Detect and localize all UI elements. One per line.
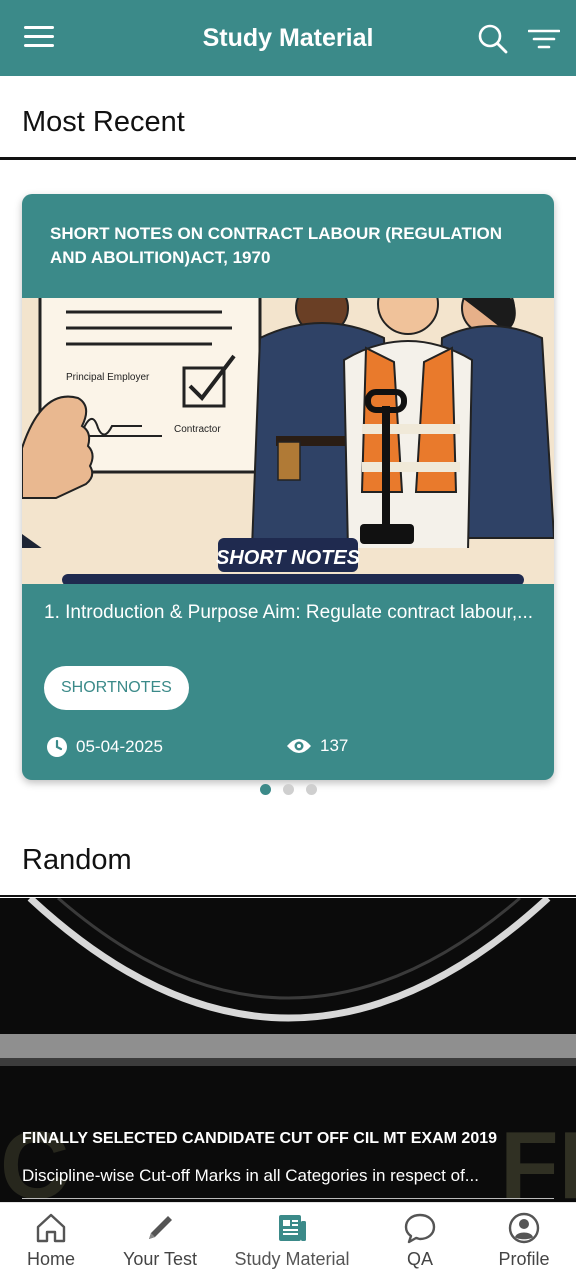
nav-home-label: Home xyxy=(26,1249,75,1269)
nav-qa[interactable]: QA xyxy=(392,1211,448,1270)
nav-home[interactable]: Home xyxy=(16,1211,86,1270)
clock-icon xyxy=(47,737,67,757)
nav-profile[interactable]: Profile xyxy=(490,1211,558,1270)
nav-your-test-label: Your Test xyxy=(122,1249,198,1269)
carousel-dot[interactable] xyxy=(282,784,294,795)
nav-your-test[interactable]: Your Test xyxy=(112,1211,208,1270)
doc-label-employer: Principal Employer xyxy=(66,372,150,383)
carousel-indicator xyxy=(0,784,576,795)
random-card-title: FINALLY SELECTED CANDIDATE CUT OFF CIL M… xyxy=(22,1130,498,1147)
section-title-random: Random xyxy=(22,844,132,876)
section-divider xyxy=(0,895,576,897)
short-notes-badge: SHORT NOTES xyxy=(216,547,361,569)
random-card-excerpt: Discipline-wise Cut-off Marks in all Cat… xyxy=(22,1166,479,1185)
card-thumbnail: Principal Employer Contractor SHORT NOTE… xyxy=(22,298,554,584)
random-study-card[interactable]: FF C FINALLY SELECTED CANDIDATE CUT OFF … xyxy=(0,898,576,1202)
bottom-navigation: Home Your Test Study Material QA Profile xyxy=(0,1202,576,1280)
card-views: 137 xyxy=(286,736,348,756)
svg-text:C: C xyxy=(0,1112,69,1202)
section-divider xyxy=(0,157,576,160)
carousel-dot[interactable] xyxy=(305,784,317,795)
card-date: 05-04-2025 xyxy=(46,736,163,758)
search-icon[interactable] xyxy=(478,24,508,54)
nav-study-material-label: Study Material xyxy=(234,1249,350,1269)
doc-label-contractor: Contractor xyxy=(174,424,221,435)
section-title-most-recent: Most Recent xyxy=(22,106,185,138)
filter-icon[interactable] xyxy=(528,28,560,50)
app-bar: Study Material xyxy=(0,0,576,76)
user-circle-icon xyxy=(508,1212,540,1244)
svg-text:FF: FF xyxy=(500,1112,576,1202)
chat-bubble-icon xyxy=(404,1213,436,1244)
carousel-dot-active[interactable] xyxy=(259,784,271,795)
home-icon xyxy=(36,1213,66,1243)
newspaper-icon xyxy=(279,1215,306,1241)
nav-profile-label: Profile xyxy=(498,1249,550,1269)
category-tag-button[interactable]: SHORTNOTES xyxy=(44,666,189,710)
card-views-text: 137 xyxy=(320,736,349,755)
recent-study-card[interactable]: SHORT NOTES ON CONTRACT LABOUR (REGULATI… xyxy=(22,194,554,780)
pencil-icon xyxy=(149,1216,172,1239)
random-card-divider xyxy=(22,1198,554,1199)
nav-qa-label: QA xyxy=(406,1249,433,1269)
card-title: SHORT NOTES ON CONTRACT LABOUR (REGULATI… xyxy=(50,224,503,267)
eye-icon xyxy=(287,739,311,753)
random-card-image: FF C xyxy=(0,898,576,1202)
card-date-text: 05-04-2025 xyxy=(76,737,163,756)
card-excerpt: 1. Introduction & Purpose Aim: Regulate … xyxy=(44,602,533,623)
nav-study-material[interactable]: Study Material xyxy=(226,1211,358,1270)
